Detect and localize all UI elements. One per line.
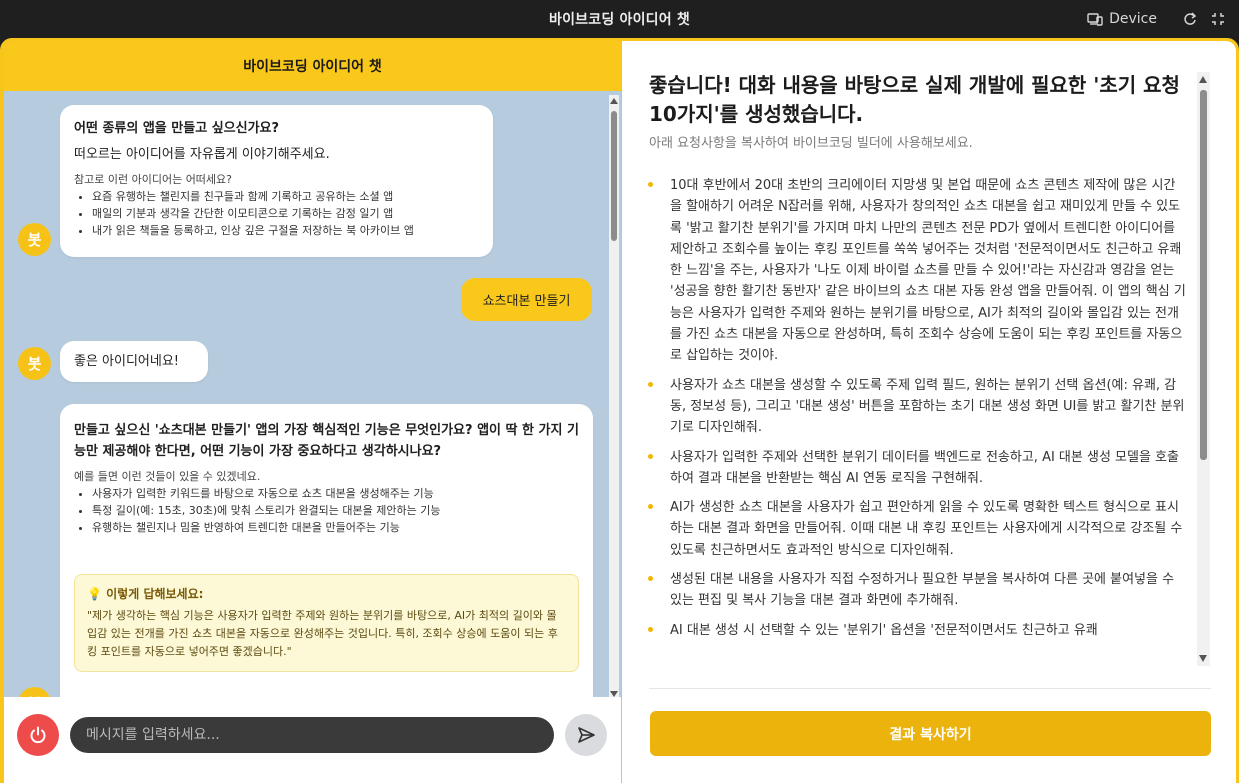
bot-message: 만들고 싶으신 '쇼츠대본 만들기' 앱의 가장 핵심적인 기능은 무엇인가요?… xyxy=(60,404,593,731)
request-item: AI가 생성한 쇼츠 대본을 사용자가 쉽고 편안하게 읽을 수 있도록 명확한… xyxy=(648,497,1186,561)
device-label: Device xyxy=(1109,11,1157,27)
result-panel: 좋습니다! 대화 내용을 바탕으로 실제 개발에 필요한 '초기 요청 10가지… xyxy=(622,41,1236,783)
bot-message: 좋은 아이디어네요! xyxy=(60,341,208,382)
request-list[interactable]: 10대 후반에서 20대 초반의 크리에이터 지망생 및 본업 때문에 쇼츠 콘… xyxy=(648,175,1186,665)
message-input[interactable] xyxy=(70,717,554,753)
scroll-down-arrow[interactable] xyxy=(1199,655,1207,662)
send-button[interactable] xyxy=(565,714,607,756)
list-item: 특정 길이(예: 15초, 30초)에 맞춰 스토리가 완결되는 대본을 제안하… xyxy=(92,502,579,519)
result-scrollbar[interactable] xyxy=(1197,72,1210,666)
request-item: 사용자가 입력한 주제와 선택한 분위기 데이터를 백엔드로 전송하고, AI … xyxy=(648,447,1186,490)
hint-title: 💡 이렇게 답해보세요: xyxy=(87,587,204,601)
list-item: 내가 읽은 책들을 등록하고, 인상 깊은 구절을 저장하는 북 아카이브 앱 xyxy=(92,222,479,239)
hint-text: "제가 생각하는 핵심 기능은 사용자가 입력한 주제와 원하는 분위기를 바탕… xyxy=(87,609,558,658)
title-bar: 바이브코딩 아이디어 챗 Device xyxy=(0,0,1239,38)
fullscreen-icon[interactable] xyxy=(1211,12,1225,26)
chat-scrollbar[interactable] xyxy=(609,95,619,700)
user-message: 쇼츠대본 만들기 xyxy=(461,278,592,321)
result-title: 좋습니다! 대화 내용을 바탕으로 실제 개발에 필요한 '초기 요청 10가지… xyxy=(649,73,1180,126)
power-icon xyxy=(30,726,46,744)
message-title: 만들고 싶으신 '쇼츠대본 만들기' 앱의 가장 핵심적인 기능은 무엇인가요?… xyxy=(74,423,579,459)
bot-avatar: 봇 xyxy=(18,223,51,256)
message-text: 좋은 아이디어네요! xyxy=(74,353,180,369)
power-button[interactable] xyxy=(17,714,59,756)
device-icon xyxy=(1087,12,1103,26)
copy-result-button[interactable]: 결과 복사하기 xyxy=(650,711,1211,756)
chat-header: 바이브코딩 아이디어 챗 xyxy=(4,41,621,91)
refresh-icon[interactable] xyxy=(1183,12,1197,26)
message-text: 떠오르는 아이디어를 자유롭게 이야기해주세요. xyxy=(74,147,330,162)
bot-message: 어떤 종류의 앱을 만들고 싶으신가요? 떠오르는 아이디어를 자유롭게 이야기… xyxy=(60,105,493,257)
chat-messages[interactable]: 어떤 종류의 앱을 만들고 싶으신가요? 떠오르는 아이디어를 자유롭게 이야기… xyxy=(4,91,621,739)
list-item: 매일의 기분과 생각을 간단한 이모티콘으로 기록하는 감정 일기 앱 xyxy=(92,205,479,222)
list-item: 유행하는 챌린지나 밈을 반영하여 트렌디한 대본을 만들어주는 기능 xyxy=(92,519,579,536)
result-subtitle: 아래 요청사항을 복사하여 바이브코딩 빌더에 사용해보세요. xyxy=(649,136,973,151)
scroll-up-arrow[interactable] xyxy=(610,98,618,104)
list-item: 요즘 유행하는 챌린지를 친구들과 함께 기록하고 공유하는 소셜 앱 xyxy=(92,188,479,205)
scroll-thumb[interactable] xyxy=(611,111,617,241)
lightbulb-icon: 💡 xyxy=(87,587,102,601)
request-item: AI 대본 생성 시 선택할 수 있는 '분위기' 옵션을 '전문적이면서도 친… xyxy=(648,620,1186,641)
send-icon xyxy=(578,727,595,743)
chat-panel: 바이브코딩 아이디어 챗 어떤 종류의 앱을 만들고 싶으신가요? 떠오르는 아… xyxy=(4,41,621,783)
list-item: 사용자가 입력한 키워드를 바탕으로 자동으로 쇼츠 대본을 생성해주는 기능 xyxy=(92,485,579,502)
device-button[interactable]: Device xyxy=(1087,11,1157,27)
window-title: 바이브코딩 아이디어 챗 xyxy=(549,12,690,28)
scroll-up-arrow[interactable] xyxy=(1199,76,1207,83)
bot-avatar: 봇 xyxy=(18,347,51,380)
request-item: 생성된 대본 내용을 사용자가 직접 수정하거나 필요한 부분을 복사하여 다른… xyxy=(648,569,1186,612)
scroll-thumb[interactable] xyxy=(1200,90,1207,460)
request-item: 10대 후반에서 20대 초반의 크리에이터 지망생 및 본업 때문에 쇼츠 콘… xyxy=(648,175,1186,367)
suggestion-list: 요즘 유행하는 챌린지를 친구들과 함께 기록하고 공유하는 소셜 앱 매일의 … xyxy=(74,188,479,239)
answer-hint-box: 💡 이렇게 답해보세요: "제가 생각하는 핵심 기능은 사용자가 입력한 주제… xyxy=(74,574,579,672)
message-hint-label: 참고로 이런 아이디어는 어떠세요? xyxy=(74,173,233,186)
suggestion-list: 사용자가 입력한 키워드를 바탕으로 자동으로 쇼츠 대본을 생성해주는 기능 … xyxy=(74,485,579,536)
divider xyxy=(649,688,1211,689)
message-title: 어떤 종류의 앱을 만들고 싶으신가요? xyxy=(74,121,280,136)
message-hint-label: 예를 들면 이런 것들이 있을 수 있겠네요. xyxy=(74,470,261,483)
title-bar-actions: Device xyxy=(1087,0,1225,38)
request-item: 사용자가 쇼츠 대본을 생성할 수 있도록 주제 입력 필드, 원하는 분위기 … xyxy=(648,375,1186,439)
message-composer xyxy=(4,697,621,783)
